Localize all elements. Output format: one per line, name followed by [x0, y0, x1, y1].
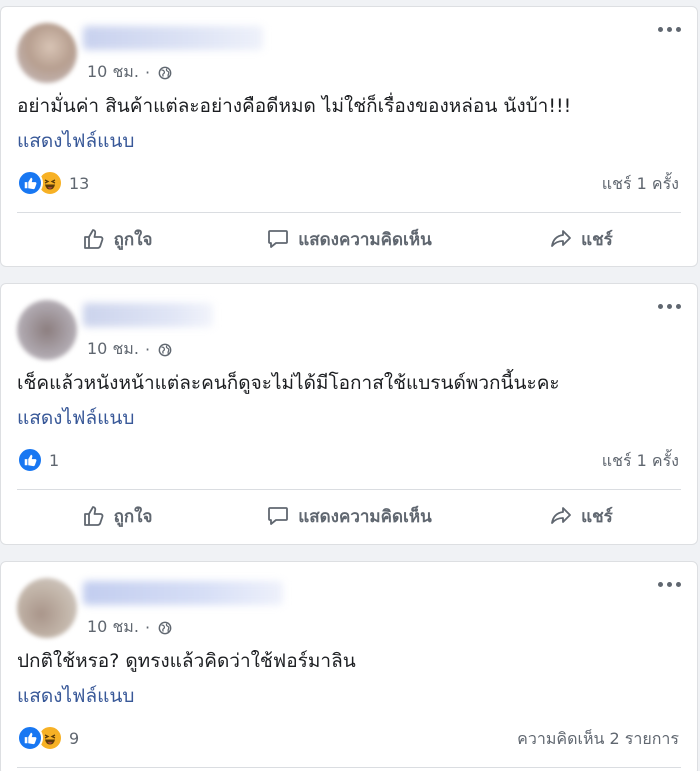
- share-label: แชร์: [581, 229, 613, 250]
- post-card: 10 ชม. · อย่ามั่นค่า สินค้าแต่ละอย่างคือ…: [0, 6, 698, 267]
- share-arrow-icon: [551, 230, 572, 247]
- like-reaction-icon: [17, 447, 43, 473]
- reaction-summary[interactable]: 9: [17, 725, 79, 751]
- avatar[interactable]: [17, 578, 77, 638]
- share-arrow-icon: [551, 507, 572, 524]
- more-options-icon[interactable]: [655, 294, 683, 318]
- more-options-icon[interactable]: [655, 17, 683, 41]
- comment-button[interactable]: แสดงความคิดเห็น: [233, 496, 465, 536]
- post-card: 10 ชม. · ปกติใช้หรอ? ดูทรงแล้วคิดว่าใช้ฟ…: [0, 561, 698, 771]
- author-name-blurred[interactable]: [83, 26, 263, 50]
- action-bar: ถูกใจ แสดงความคิดเห็น แชร์: [1, 219, 697, 259]
- feed: 10 ชม. · อย่ามั่นค่า สินค้าแต่ละอย่างคือ…: [0, 0, 700, 771]
- divider: [17, 212, 681, 213]
- share-count[interactable]: แชร์ 1 ครั้ง: [602, 449, 679, 474]
- comment-count[interactable]: ความคิดเห็น 2 รายการ: [517, 727, 679, 752]
- like-button[interactable]: ถูกใจ: [1, 219, 233, 259]
- meta-separator: ·: [144, 340, 151, 359]
- comment-icon: [268, 507, 289, 525]
- thumbs-up-icon: [83, 506, 103, 526]
- share-button[interactable]: แชร์: [465, 496, 697, 536]
- post-time[interactable]: 10 ชม.: [87, 615, 139, 640]
- divider: [17, 489, 681, 490]
- comment-icon: [268, 230, 289, 248]
- reaction-count: 9: [69, 728, 80, 748]
- globe-icon: [158, 66, 172, 79]
- post-text: เช็คแล้วหนังหน้าแต่ละคนก็ดูจะไม่ได้มีโอก…: [17, 372, 560, 394]
- like-label: ถูกใจ: [113, 229, 153, 250]
- avatar[interactable]: [17, 300, 77, 360]
- post-meta: 10 ชม. ·: [87, 615, 172, 640]
- see-attachment-link[interactable]: แสดงไฟล์แนบ: [17, 681, 134, 711]
- like-label: ถูกใจ: [113, 506, 153, 527]
- reaction-count: 1: [49, 450, 60, 470]
- meta-separator: ·: [144, 63, 151, 82]
- share-label: แชร์: [581, 506, 613, 527]
- divider: [17, 767, 681, 768]
- post-time[interactable]: 10 ชม.: [87, 337, 139, 362]
- thumbs-up-icon: [83, 229, 103, 249]
- like-reaction-icon: [17, 725, 43, 751]
- see-attachment-link[interactable]: แสดงไฟล์แนบ: [17, 403, 134, 433]
- globe-icon: [158, 621, 172, 634]
- globe-icon: [158, 343, 172, 356]
- comment-label: แสดงความคิดเห็น: [298, 506, 432, 527]
- author-name-blurred[interactable]: [83, 581, 283, 605]
- post-meta: 10 ชม. ·: [87, 337, 172, 362]
- post-text: ปกติใช้หรอ? ดูทรงแล้วคิดว่าใช้ฟอร์มาลิน: [17, 650, 356, 672]
- post-card: 10 ชม. · เช็คแล้วหนังหน้าแต่ละคนก็ดูจะไม…: [0, 283, 698, 545]
- see-attachment-link[interactable]: แสดงไฟล์แนบ: [17, 126, 134, 156]
- reaction-count: 13: [69, 173, 90, 193]
- comment-button[interactable]: แสดงความคิดเห็น: [233, 219, 465, 259]
- share-button[interactable]: แชร์: [465, 219, 697, 259]
- action-bar: ถูกใจ แสดงความคิดเห็น แชร์: [1, 496, 697, 536]
- share-count[interactable]: แชร์ 1 ครั้ง: [602, 172, 679, 197]
- post-time[interactable]: 10 ชม.: [87, 60, 139, 85]
- like-reaction-icon: [17, 170, 43, 196]
- more-options-icon[interactable]: [655, 572, 683, 596]
- like-button[interactable]: ถูกใจ: [1, 496, 233, 536]
- meta-separator: ·: [144, 618, 151, 637]
- avatar[interactable]: [17, 23, 77, 83]
- post-meta: 10 ชม. ·: [87, 60, 172, 85]
- post-text: อย่ามั่นค่า สินค้าแต่ละอย่างคือดีหมด ไม่…: [17, 95, 572, 117]
- author-name-blurred[interactable]: [83, 303, 213, 327]
- reaction-summary[interactable]: 1: [17, 447, 59, 473]
- reaction-summary[interactable]: 13: [17, 170, 89, 196]
- comment-label: แสดงความคิดเห็น: [298, 229, 432, 250]
